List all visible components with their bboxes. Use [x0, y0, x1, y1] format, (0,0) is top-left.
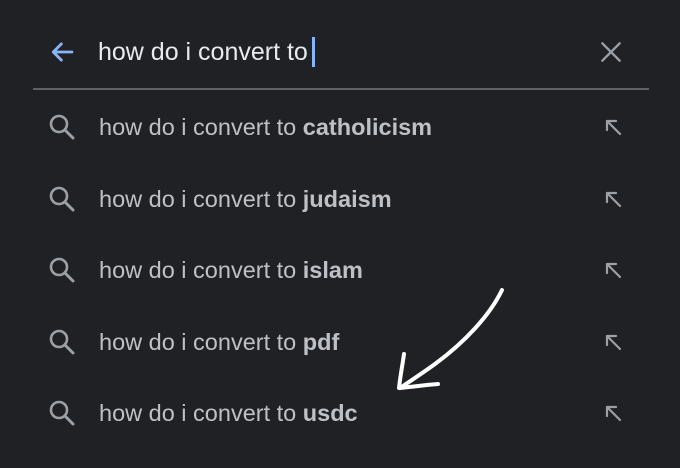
suggestion-prefix: how do i convert to: [99, 114, 303, 140]
suggestion-completion: catholicism: [302, 114, 433, 140]
search-icon: [49, 329, 75, 354]
suggestion-item[interactable]: how do i convert to judaism: [0, 162, 680, 234]
arrow-up-left-icon: [605, 191, 622, 207]
clear-button[interactable]: [594, 35, 628, 69]
suggestion-prefix: how do i convert to: [99, 400, 303, 426]
search-icon: [49, 400, 75, 426]
back-button[interactable]: [44, 34, 80, 70]
arrow-up-left-icon: [605, 262, 622, 279]
search-query-text: how do i convert to: [98, 37, 308, 66]
arrow-up-left-icon: [605, 119, 622, 136]
suggestion-completion: pdf: [302, 328, 340, 355]
suggestion-item[interactable]: how do i convert to islam: [0, 233, 680, 305]
suggestion-text: how do i convert to pdf: [99, 327, 339, 357]
suggestion-list: how do i convert to catholicism how do i…: [0, 90, 680, 448]
arrow-up-left-icon: [605, 334, 622, 350]
suggestion-completion: judaism: [302, 185, 392, 212]
fill-query-button[interactable]: [596, 396, 630, 430]
close-icon: [601, 42, 621, 62]
fill-query-button[interactable]: [596, 325, 630, 359]
fill-query-button[interactable]: [596, 182, 630, 216]
suggestion-text: how do i convert to judaism: [99, 184, 392, 214]
suggestion-text: how do i convert to catholicism: [99, 112, 432, 142]
suggestion-text: how do i convert to usdc: [99, 398, 358, 428]
suggestion-item[interactable]: how do i convert to catholicism: [0, 90, 680, 162]
suggestion-completion: usdc: [302, 400, 358, 426]
search-icon: [49, 257, 75, 283]
suggestion-item[interactable]: how do i convert to pdf: [0, 305, 680, 377]
fill-query-button[interactable]: [596, 110, 630, 144]
search-bar: how do i convert to: [0, 0, 680, 90]
search-input[interactable]: how do i convert to: [98, 34, 315, 70]
arrow-up-left-icon: [605, 405, 622, 422]
suggestion-prefix: how do i convert to: [99, 328, 303, 355]
suggestion-completion: islam: [302, 257, 363, 283]
search-icon: [49, 186, 75, 211]
fill-query-button[interactable]: [596, 253, 630, 287]
suggestion-text: how do i convert to islam: [99, 255, 363, 285]
suggestion-prefix: how do i convert to: [99, 185, 303, 212]
suggestion-prefix: how do i convert to: [99, 257, 303, 283]
arrow-left-icon: [51, 42, 74, 62]
text-caret: [311, 37, 315, 67]
suggestion-item[interactable]: how do i convert to usdc: [0, 376, 680, 448]
search-icon: [49, 114, 75, 140]
